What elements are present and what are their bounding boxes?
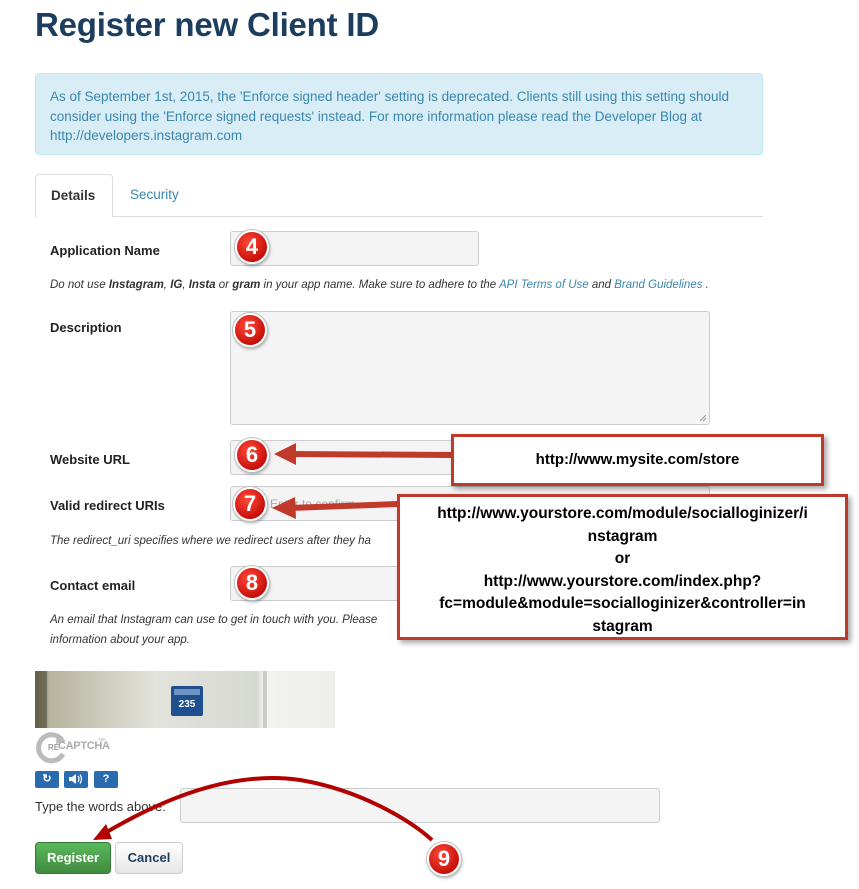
website-url-callout: http://www.mysite.com/store (451, 434, 824, 486)
step-badge-7: 7 (233, 487, 267, 521)
callout-line: http://www.yourstore.com/index.php? (483, 572, 762, 590)
arrow-to-redirect-uris (272, 497, 399, 519)
arrow-to-website-url (274, 443, 453, 465)
callout-line: http://www.yourstore.com/module/sociallo… (437, 505, 808, 522)
redirect-uris-callout: http://www.yourstore.com/module/sociallo… (397, 494, 848, 640)
callout-line: stagram (592, 617, 653, 635)
arrow-to-register-button (93, 776, 434, 842)
step-badge-4: 4 (235, 230, 269, 264)
callout-line: fc=module&module=socialloginizer&control… (439, 595, 806, 612)
step-badge-8: 8 (235, 566, 269, 600)
step-badge-9: 9 (427, 842, 461, 876)
step-badge-5: 5 (233, 313, 267, 347)
callout-line: nstagram (587, 527, 658, 545)
callout-line: or (614, 550, 631, 567)
step-badge-6: 6 (235, 438, 269, 472)
